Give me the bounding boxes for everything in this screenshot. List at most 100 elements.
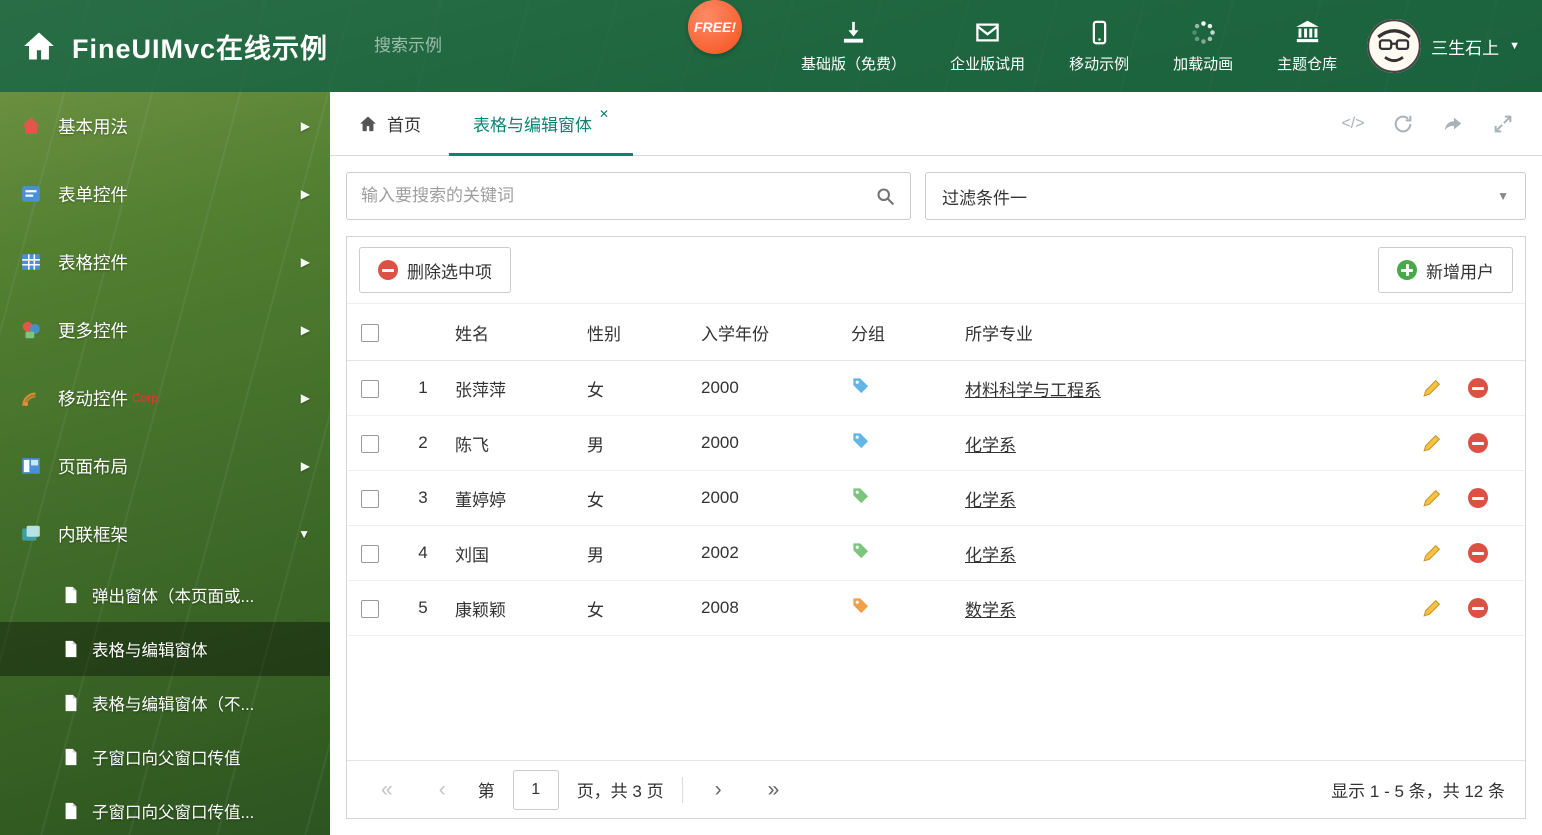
search-icon[interactable] bbox=[875, 186, 896, 207]
cell-gender: 男 bbox=[587, 435, 604, 455]
expand-icon[interactable] bbox=[1492, 113, 1514, 135]
sidebar-subitem-grid-edit-window-2[interactable]: 表格与编辑窗体（不... bbox=[0, 676, 330, 730]
delete-row-icon[interactable] bbox=[1468, 433, 1488, 453]
tab-home-label: 首页 bbox=[387, 116, 421, 135]
major-link[interactable]: 化学系 bbox=[965, 491, 1016, 510]
table-row: 4 刘国 男 2002 化学系 bbox=[347, 526, 1525, 581]
row-checkbox[interactable] bbox=[361, 544, 379, 563]
nav-basic-free[interactable]: 基础版（免费） bbox=[801, 19, 906, 74]
filter-dropdown-value: 过滤条件一 bbox=[942, 188, 1027, 208]
keyword-search-input[interactable] bbox=[361, 186, 875, 206]
major-link[interactable]: 材料科学与工程系 bbox=[965, 381, 1101, 400]
row-number: 1 bbox=[418, 378, 428, 397]
cell-year: 2000 bbox=[701, 378, 739, 397]
sidebar-item-label: 更多控件 bbox=[58, 320, 128, 341]
major-link[interactable]: 数学系 bbox=[965, 601, 1016, 620]
row-number: 3 bbox=[418, 488, 428, 507]
sidebar-item-basic-usage[interactable]: 基本用法 ▶ bbox=[0, 92, 330, 160]
home-icon bbox=[20, 115, 42, 137]
filter-dropdown[interactable]: 过滤条件一 ▼ bbox=[925, 172, 1526, 220]
delete-row-icon[interactable] bbox=[1468, 598, 1488, 618]
sidebar-item-mobile-controls[interactable]: 移动控件 Corp. ▶ bbox=[0, 364, 330, 432]
row-number: 4 bbox=[418, 543, 428, 562]
home-logo-icon[interactable] bbox=[22, 29, 56, 63]
bank-icon bbox=[1294, 19, 1321, 46]
free-badge: FREE! bbox=[688, 0, 742, 54]
tab-home[interactable]: 首页 bbox=[330, 92, 449, 155]
delete-row-icon[interactable] bbox=[1468, 543, 1488, 563]
header-search-input[interactable] bbox=[374, 36, 596, 56]
user-menu[interactable]: 三生石上 ▼ bbox=[1367, 19, 1520, 73]
close-icon[interactable]: ✕ bbox=[599, 107, 609, 121]
keyword-search bbox=[346, 172, 911, 220]
sidebar-item-form-controls[interactable]: 表单控件 ▶ bbox=[0, 160, 330, 228]
content: 过滤条件一 ▼ 删除选中项 新增用户 bbox=[330, 156, 1542, 835]
cell-name: 张萍萍 bbox=[455, 380, 506, 400]
form-icon bbox=[20, 183, 42, 205]
column-header-major: 所学专业 bbox=[965, 324, 1033, 344]
cell-name: 董婷婷 bbox=[455, 490, 506, 510]
edit-pencil-icon[interactable] bbox=[1421, 488, 1442, 509]
sidebar-subitem-popup-window[interactable]: 弹出窗体（本页面或... bbox=[0, 568, 330, 622]
delete-row-icon[interactable] bbox=[1468, 378, 1488, 398]
edit-pencil-icon[interactable] bbox=[1421, 433, 1442, 454]
pager-last-button[interactable]: » bbox=[754, 778, 794, 802]
shapes-icon bbox=[20, 319, 42, 341]
table-icon bbox=[20, 251, 42, 273]
refresh-icon[interactable] bbox=[1392, 113, 1414, 135]
row-checkbox[interactable] bbox=[361, 489, 379, 508]
minus-circle-icon bbox=[378, 260, 398, 280]
sidebar-subitem-child-to-parent[interactable]: 子窗口向父窗口传值 bbox=[0, 730, 330, 784]
sidebar-item-more-controls[interactable]: 更多控件 ▶ bbox=[0, 296, 330, 364]
grid-toolbar: 删除选中项 新增用户 bbox=[347, 237, 1525, 304]
nav-label: 企业版试用 bbox=[950, 55, 1026, 73]
major-link[interactable]: 化学系 bbox=[965, 546, 1016, 565]
select-all-checkbox[interactable] bbox=[361, 323, 379, 342]
nav-enterprise-trial[interactable]: 企业版试用 bbox=[950, 19, 1025, 74]
sidebar-subitem-grid-edit-window[interactable]: 表格与编辑窗体 bbox=[0, 622, 330, 676]
cell-gender: 女 bbox=[587, 600, 604, 620]
sidebar-item-label: 内联框架 bbox=[58, 524, 128, 545]
cell-name: 刘国 bbox=[455, 545, 489, 565]
chevron-down-icon: ▼ bbox=[1497, 189, 1509, 203]
code-icon[interactable]: </> bbox=[1341, 113, 1364, 135]
tab-grid-edit-window[interactable]: 表格与编辑窗体 ✕ bbox=[449, 92, 634, 156]
sidebar-item-iframe[interactable]: 内联框架 ▼ bbox=[0, 500, 330, 568]
delete-selected-button[interactable]: 删除选中项 bbox=[359, 247, 511, 293]
cell-year: 2002 bbox=[701, 543, 739, 562]
nav-theme-store[interactable]: 主题仓库 bbox=[1277, 19, 1337, 74]
page-icon bbox=[62, 748, 80, 766]
chevron-down-icon: ▼ bbox=[1509, 40, 1520, 52]
sidebar-subitem-child-to-parent-2[interactable]: 子窗口向父窗口传值... bbox=[0, 784, 330, 835]
cell-gender: 男 bbox=[587, 545, 604, 565]
nav-mobile-demo[interactable]: 移动示例 bbox=[1069, 19, 1129, 74]
edit-pencil-icon[interactable] bbox=[1421, 598, 1442, 619]
nav-loading-animation[interactable]: 加载动画 bbox=[1173, 19, 1233, 74]
sidebar-item-page-layout[interactable]: 页面布局 ▶ bbox=[0, 432, 330, 500]
page-number-input[interactable] bbox=[512, 769, 559, 810]
sidebar-item-grid-controls[interactable]: 表格控件 ▶ bbox=[0, 228, 330, 296]
pager-next-button[interactable]: › bbox=[701, 778, 736, 802]
chevron-down-icon: ▼ bbox=[298, 527, 310, 541]
pager-prev-button[interactable]: ‹ bbox=[425, 778, 460, 802]
row-checkbox[interactable] bbox=[361, 599, 379, 618]
row-number: 5 bbox=[418, 598, 428, 617]
major-link[interactable]: 化学系 bbox=[965, 436, 1016, 455]
home-icon bbox=[358, 114, 378, 134]
row-checkbox[interactable] bbox=[361, 434, 379, 453]
mail-icon bbox=[974, 19, 1001, 46]
share-icon[interactable] bbox=[1442, 113, 1464, 135]
cell-year: 2000 bbox=[701, 433, 739, 452]
header-nav: 基础版（免费） 企业版试用 移动示例 加载动画 主题仓库 bbox=[801, 19, 1337, 74]
delete-row-icon[interactable] bbox=[1468, 488, 1488, 508]
cell-year: 2000 bbox=[701, 488, 739, 507]
edit-pencil-icon[interactable] bbox=[1421, 543, 1442, 564]
cell-gender: 女 bbox=[587, 490, 604, 510]
top-header: FineUIMvc在线示例 FREE! 基础版（免费） 企业版试用 bbox=[0, 0, 1542, 92]
add-user-button[interactable]: 新增用户 bbox=[1378, 247, 1513, 293]
pager-first-button[interactable]: « bbox=[367, 778, 407, 802]
edit-pencil-icon[interactable] bbox=[1421, 378, 1442, 399]
row-checkbox[interactable] bbox=[361, 379, 379, 398]
cell-name: 陈飞 bbox=[455, 435, 489, 455]
table-header-row: 姓名 性别 入学年份 分组 所学专业 bbox=[347, 304, 1525, 361]
